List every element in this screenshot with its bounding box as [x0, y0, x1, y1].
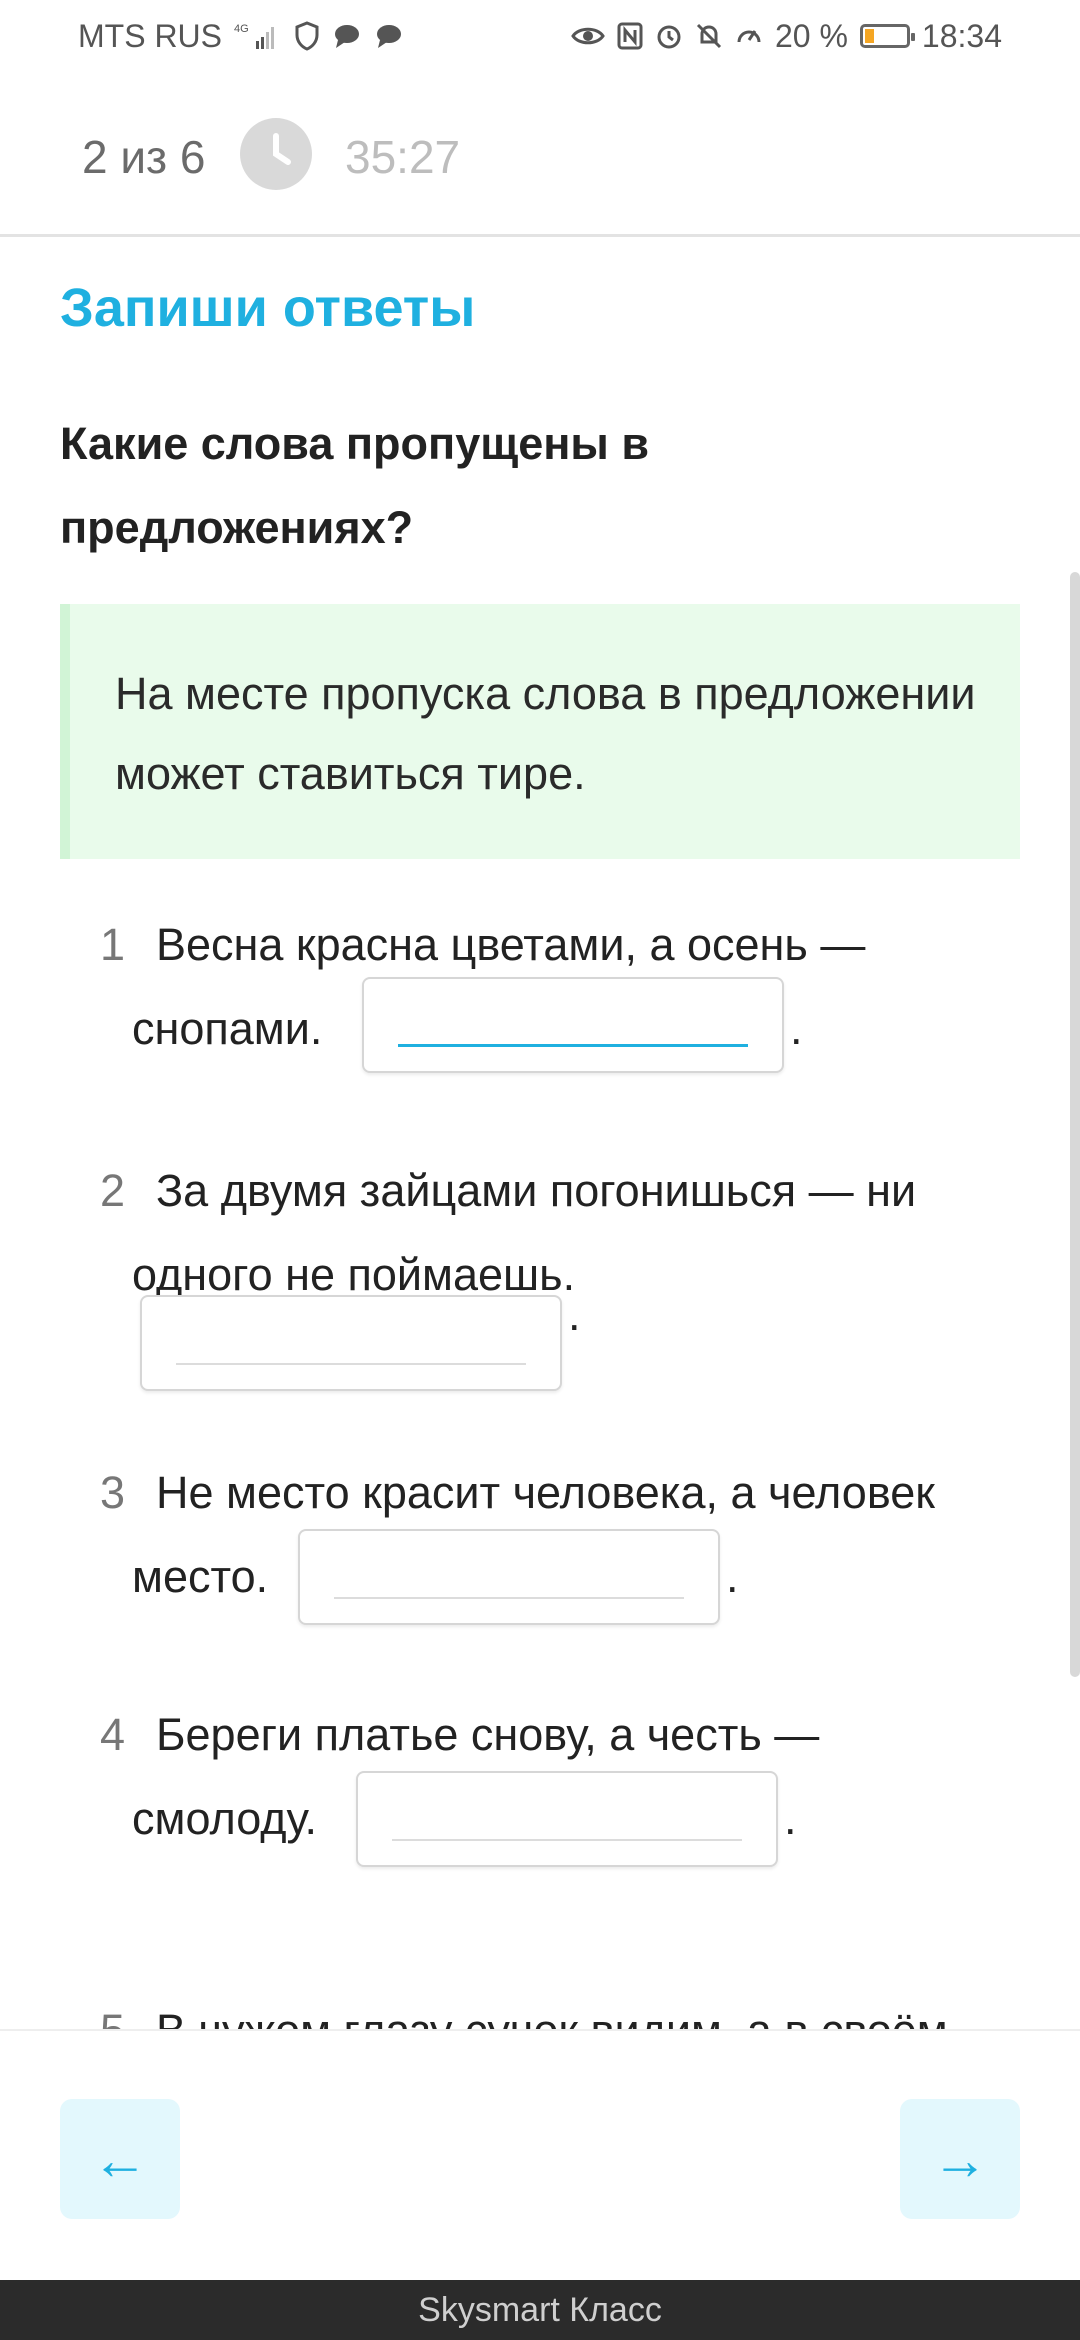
- signal-icon: 4G: [234, 21, 282, 51]
- eye-icon: [571, 24, 605, 48]
- battery-icon: [859, 24, 915, 48]
- arrow-right-icon: →: [932, 2127, 988, 2191]
- item-text-line2: место.: [132, 1551, 269, 1602]
- status-left: MTS RUS 4G: [78, 18, 404, 55]
- bell-off-icon: [695, 22, 723, 50]
- app-footer: Skysmart Класс: [0, 2280, 1080, 2340]
- sentence-end: .: [568, 1289, 581, 1340]
- answer-underline: [398, 1044, 748, 1047]
- carrier-label: MTS RUS: [78, 17, 222, 54]
- shield-icon: [294, 21, 320, 51]
- answer-field[interactable]: [298, 1529, 720, 1625]
- scrollbar[interactable]: [1070, 572, 1080, 1677]
- item-text-line2: одного не поймаешь.: [132, 1249, 576, 1300]
- sentence-end: .: [784, 1793, 797, 1844]
- item-text-line2: смолоду.: [132, 1793, 318, 1844]
- bottom-nav: ← →: [0, 2029, 1080, 2280]
- prev-button[interactable]: ←: [60, 2099, 180, 2219]
- answer-field[interactable]: [356, 1771, 778, 1867]
- alarm-icon: [655, 22, 683, 50]
- hint-text: На месте пропуска слова в предложении мо…: [115, 668, 976, 799]
- hint-box: На месте пропуска слова в предложении мо…: [60, 604, 1020, 859]
- chat-icon: [332, 22, 362, 50]
- network-label: 4G: [234, 23, 249, 35]
- test-header: 2 из 6 35:27: [0, 72, 1080, 237]
- battery-fill: [864, 29, 874, 43]
- timer: 35:27: [345, 131, 461, 183]
- sentence-end: .: [726, 1551, 739, 1602]
- brand-label: Skysmart Класс: [418, 2290, 662, 2329]
- chat-icon: [374, 22, 404, 50]
- arrow-left-icon: ←: [92, 2127, 148, 2191]
- task-content[interactable]: Запиши ответы Какие слова пропущены в пр…: [0, 237, 1080, 2029]
- answer-underline: [392, 1839, 742, 1841]
- next-button[interactable]: →: [900, 2099, 1020, 2219]
- nfc-icon: [617, 22, 643, 50]
- item-text-line2: снопами.: [132, 1003, 323, 1054]
- section-title: Запиши ответы: [60, 278, 476, 338]
- clock: 18:34: [921, 17, 1002, 54]
- sentence-end: .: [790, 1003, 803, 1054]
- status-right: 20 % 18:34: [571, 18, 1002, 55]
- item-number: 3: [100, 1467, 126, 1518]
- answer-underline: [334, 1597, 684, 1599]
- item-number: 5: [100, 2005, 125, 2029]
- question-progress: 2 из 6: [82, 131, 206, 183]
- item-number: 1: [100, 919, 126, 970]
- item-text-line1: За двумя зайцами погонишься — ни: [156, 1165, 917, 1216]
- item-text-line1: Весна красна цветами, а осень —: [156, 919, 866, 970]
- item-number: 2: [100, 1165, 126, 1216]
- status-bar: MTS RUS 4G 20 % 18:34: [0, 0, 1080, 72]
- item-text-line1: Не место красит человека, а человек: [156, 1467, 935, 1518]
- item-number: 4: [100, 1709, 126, 1760]
- battery-percent: 20 %: [774, 17, 848, 54]
- answer-underline: [176, 1363, 526, 1365]
- answer-field[interactable]: [362, 977, 784, 1073]
- clock-icon: [240, 118, 312, 190]
- question-text: Какие слова пропущены в предложениях?: [60, 418, 649, 553]
- item-text-line1: В чужом глазу сучок видим, а в своём: [156, 2005, 948, 2029]
- item-text-line1: Береги платье снову, а честь —: [156, 1709, 820, 1760]
- speed-icon: [735, 22, 763, 50]
- answer-field[interactable]: [140, 1295, 562, 1391]
